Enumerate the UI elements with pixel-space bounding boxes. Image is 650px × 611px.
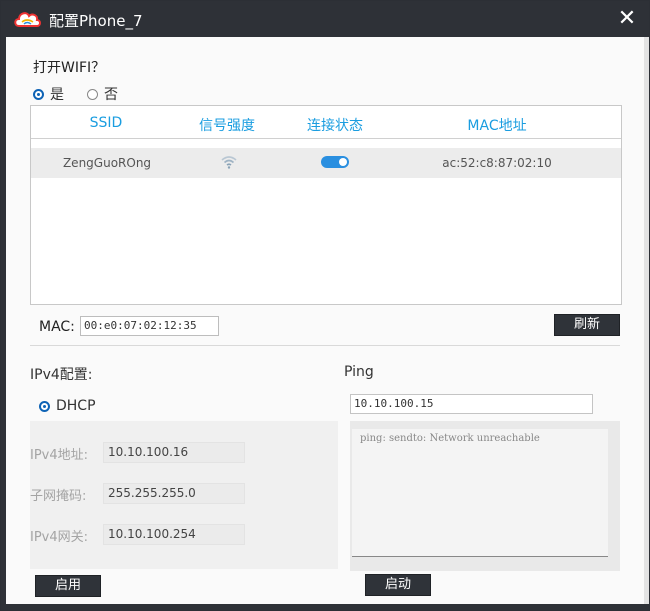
refresh-button[interactable]: 刷新: [554, 314, 620, 336]
wifi-icon: [221, 156, 237, 169]
gateway-field[interactable]: 10.10.100.254: [103, 524, 245, 545]
gateway-label: IPv4网关:: [30, 530, 89, 545]
ipv4-address-label: IPv4地址:: [30, 448, 89, 463]
wifi-question: 打开WIFI？: [33, 60, 106, 76]
radio-checked-icon: [33, 88, 44, 100]
mac-cell: ac:52:c8:87:02:10: [442, 156, 552, 170]
wifi-yes-radio[interactable]: 是: [33, 84, 64, 104]
dialog-content: 打开WIFI？ 是 否 SSID 信号强度 连接状态 MAC地址 ZengGuo…: [6, 37, 644, 604]
ipv4-fields-panel: IPv4地址: 10.10.100.16 子网掩码: 255.255.255.0…: [30, 421, 338, 569]
close-icon[interactable]: ✕: [615, 7, 639, 31]
wifi-no-label: 否: [104, 87, 118, 103]
ping-section-label: Ping: [344, 364, 374, 380]
column-header-signal: 信号强度: [199, 118, 255, 134]
column-header-ssid: SSID: [89, 115, 123, 131]
column-header-mac: MAC地址: [467, 118, 527, 134]
wifi-yes-label: 是: [50, 87, 64, 103]
ipv4-address-field[interactable]: 10.10.100.16: [103, 442, 245, 463]
title-bar: 配置Phone_7 ✕: [1, 1, 649, 37]
dhcp-radio[interactable]: DHCP: [39, 398, 96, 414]
radio-unchecked-icon: [87, 88, 98, 100]
radio-checked-icon: [39, 400, 50, 412]
config-dialog: 配置Phone_7 ✕ 打开WIFI？ 是 否 SSID 信号强度 连接状态 M…: [0, 0, 650, 611]
mac-label: MAC:: [39, 319, 75, 335]
window-edge: [644, 37, 649, 604]
subnet-mask-field[interactable]: 255.255.255.0: [103, 483, 245, 504]
ssid-cell: ZengGuoROng: [62, 156, 152, 170]
ping-output: ping: sendto: Network unreachable: [352, 429, 608, 557]
window-title: 配置Phone_7: [49, 12, 143, 30]
table-row[interactable]: ZengGuoROng ac:52:c8:87:02:10: [31, 148, 621, 178]
ping-target-input[interactable]: 10.10.100.15: [350, 394, 593, 414]
mac-field[interactable]: 00:e0:07:02:12:35: [80, 316, 219, 336]
ipv4-section-label: IPv4配置:: [30, 367, 93, 383]
table-header-divider: [31, 138, 621, 139]
wifi-no-radio[interactable]: 否: [87, 84, 118, 104]
start-ping-button[interactable]: 启动: [365, 574, 431, 596]
dhcp-label: DHCP: [56, 398, 96, 414]
subnet-mask-label: 子网掩码:: [30, 489, 87, 504]
section-divider: [30, 345, 620, 346]
cloud-logo-icon: [14, 12, 41, 27]
column-header-status: 连接状态: [307, 118, 363, 134]
wifi-table: SSID 信号强度 连接状态 MAC地址 ZengGuoROng ac:52:c…: [30, 105, 622, 305]
apply-button[interactable]: 启用: [35, 575, 101, 597]
connection-toggle[interactable]: [321, 156, 349, 168]
